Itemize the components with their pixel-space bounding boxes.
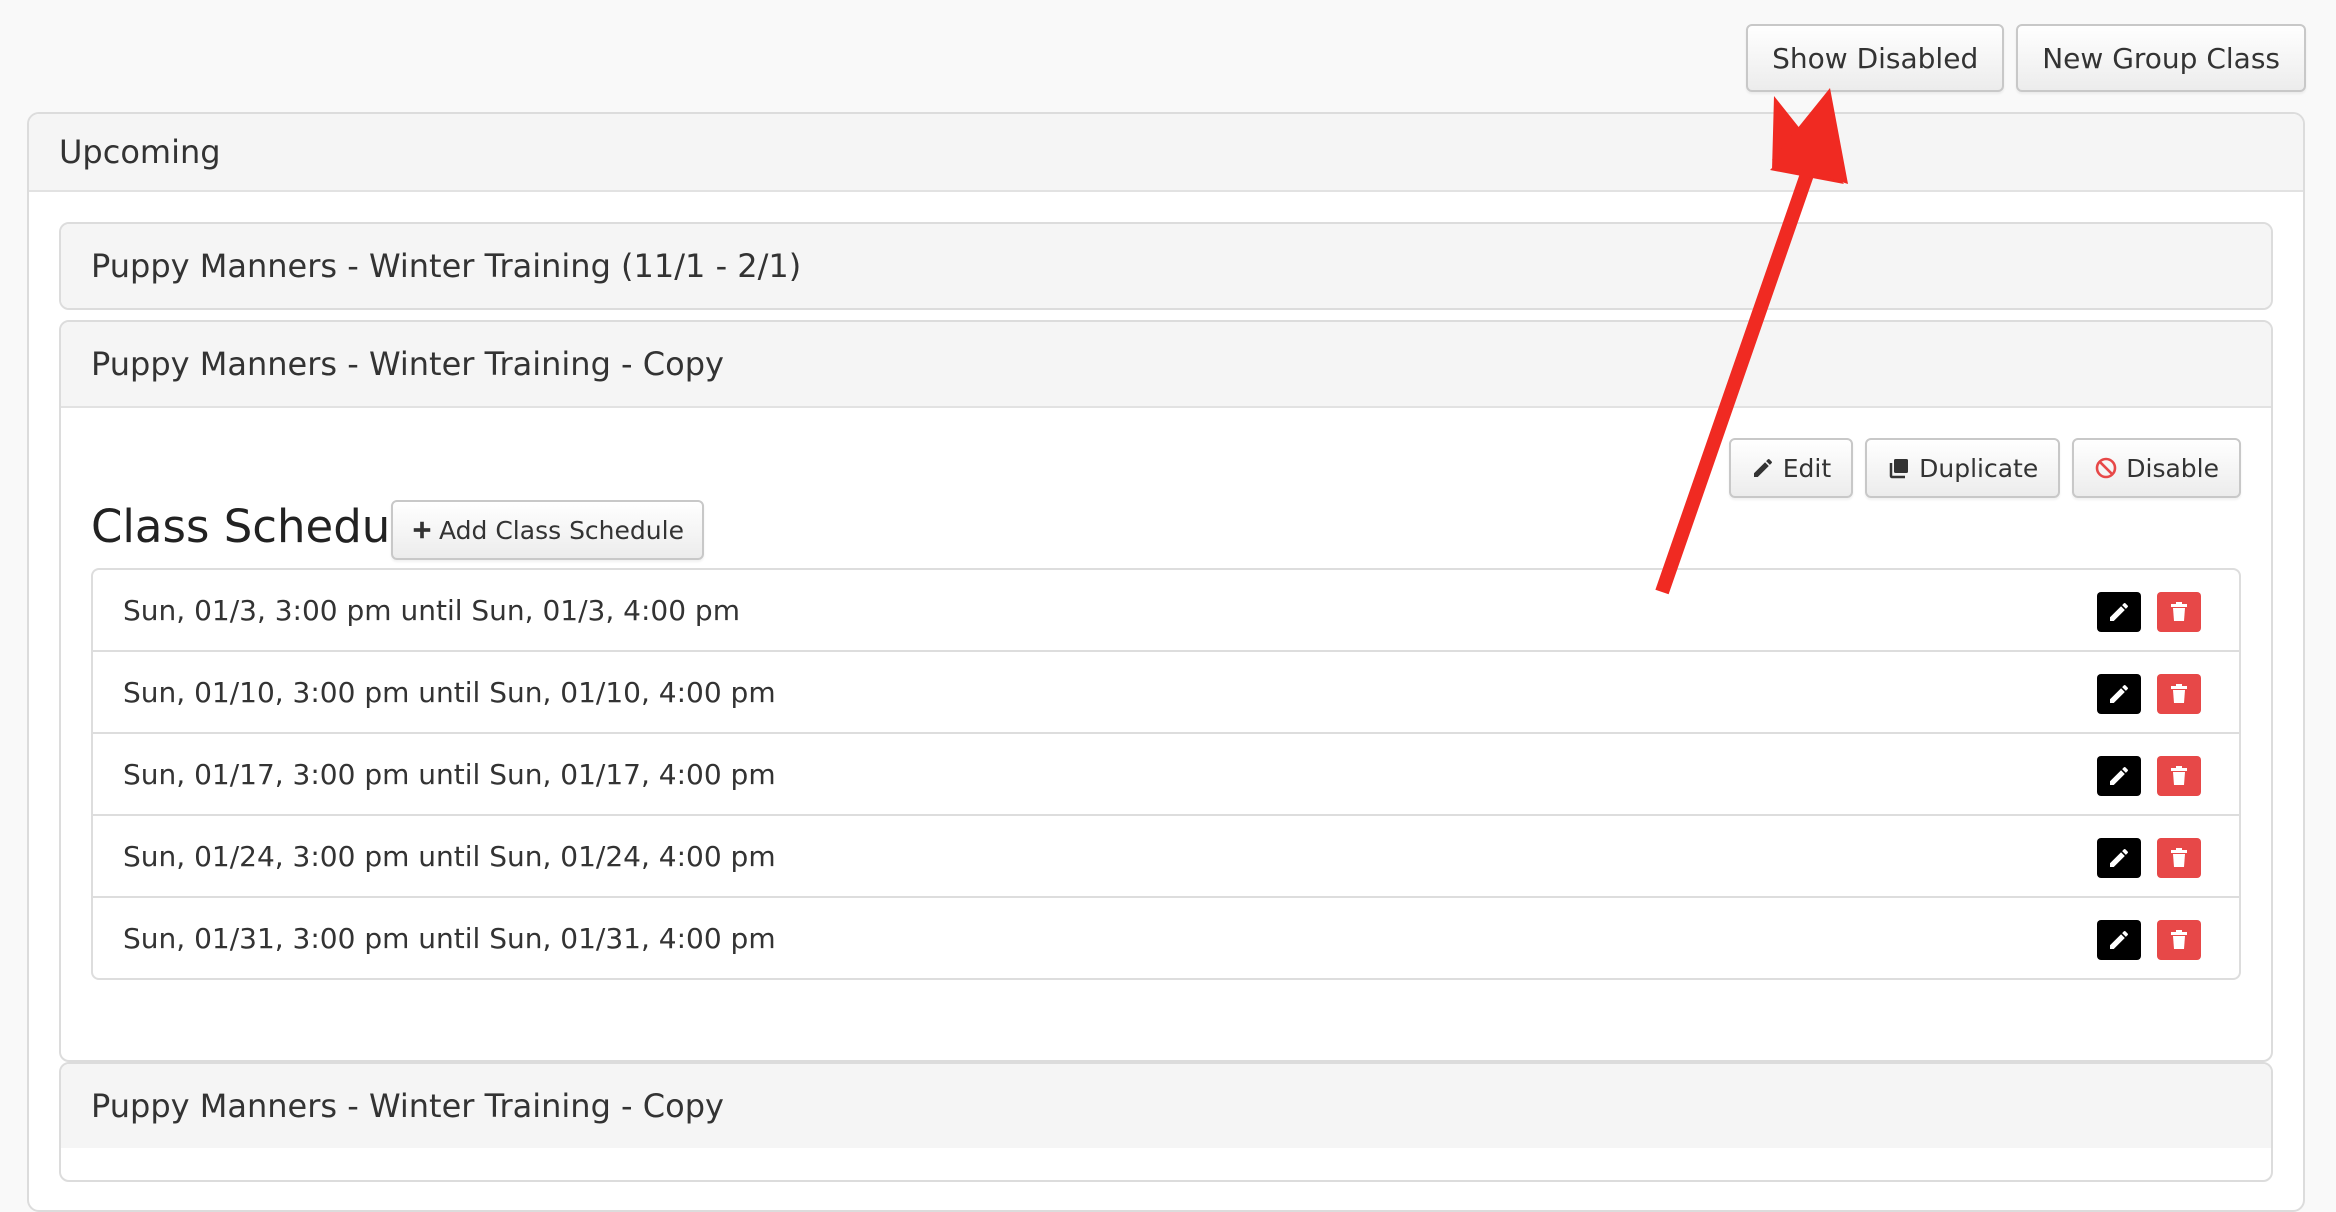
schedule-list: Sun, 01/3, 3:00 pm until Sun, 01/3, 4:00… bbox=[91, 568, 2241, 980]
schedule-row: Sun, 01/24, 3:00 pm until Sun, 01/24, 4:… bbox=[93, 816, 2239, 898]
class-header-2[interactable]: Puppy Manners - Winter Training - Copy bbox=[61, 322, 2271, 408]
plus-icon bbox=[413, 521, 431, 539]
duplicate-class-button[interactable]: Duplicate bbox=[1865, 438, 2061, 498]
edit-class-label: Edit bbox=[1782, 453, 1832, 483]
edit-schedule-button[interactable] bbox=[2097, 838, 2141, 878]
class-title: Puppy Manners - Winter Training - Copy bbox=[91, 345, 724, 383]
class-panel-2: Puppy Manners - Winter Training - Copy E… bbox=[59, 320, 2273, 1062]
edit-schedule-button[interactable] bbox=[2097, 756, 2141, 796]
class-header-1[interactable]: Puppy Manners - Winter Training (11/1 - … bbox=[61, 224, 2271, 308]
schedule-row-actions bbox=[2097, 920, 2201, 960]
delete-schedule-button[interactable] bbox=[2157, 838, 2201, 878]
schedule-row: Sun, 01/10, 3:00 pm until Sun, 01/10, 4:… bbox=[93, 652, 2239, 734]
trash-icon bbox=[2171, 602, 2187, 621]
trash-icon bbox=[2171, 930, 2187, 949]
class-header-3[interactable]: Puppy Manners - Winter Training - Copy bbox=[61, 1064, 2271, 1148]
schedule-row-actions bbox=[2097, 674, 2201, 714]
trash-icon bbox=[2171, 684, 2187, 703]
add-class-schedule-label: Add Class Schedule bbox=[439, 515, 684, 545]
schedule-row-actions bbox=[2097, 838, 2201, 878]
delete-schedule-button[interactable] bbox=[2157, 920, 2201, 960]
schedule-row: Sun, 01/17, 3:00 pm until Sun, 01/17, 4:… bbox=[93, 734, 2239, 816]
delete-schedule-button[interactable] bbox=[2157, 756, 2201, 796]
section-title: Upcoming bbox=[59, 133, 221, 171]
class-title: Puppy Manners - Winter Training - Copy bbox=[91, 1087, 724, 1125]
schedule-row-text: Sun, 01/17, 3:00 pm until Sun, 01/17, 4:… bbox=[123, 757, 776, 791]
new-group-class-button[interactable]: New Group Class bbox=[2016, 24, 2306, 92]
schedule-row-text: Sun, 01/24, 3:00 pm until Sun, 01/24, 4:… bbox=[123, 839, 776, 873]
schedule-row-text: Sun, 01/3, 3:00 pm until Sun, 01/3, 4:00… bbox=[123, 593, 740, 627]
trash-icon bbox=[2171, 848, 2187, 867]
trash-icon bbox=[2171, 766, 2187, 785]
schedule-row-actions bbox=[2097, 756, 2201, 796]
edit-class-button[interactable]: Edit bbox=[1728, 438, 1854, 498]
edit-schedule-button[interactable] bbox=[2097, 592, 2141, 632]
schedule-row: Sun, 01/31, 3:00 pm until Sun, 01/31, 4:… bbox=[93, 898, 2239, 978]
schedule-row-text: Sun, 01/31, 3:00 pm until Sun, 01/31, 4:… bbox=[123, 921, 776, 955]
edit-schedule-button[interactable] bbox=[2097, 674, 2141, 714]
top-toolbar: Show Disabled New Group Class bbox=[1746, 24, 2306, 92]
pencil-icon bbox=[2110, 602, 2129, 621]
class-schedule-heading: Class Schedule bbox=[91, 500, 431, 553]
schedule-row-actions bbox=[2097, 592, 2201, 632]
disable-class-label: Disable bbox=[2126, 453, 2219, 483]
disable-class-button[interactable]: Disable bbox=[2072, 438, 2241, 498]
add-class-schedule-button[interactable]: Add Class Schedule bbox=[391, 500, 704, 560]
copy-icon bbox=[1889, 459, 1909, 479]
pencil-icon bbox=[1753, 458, 1772, 477]
class-actions: Edit Duplicate Disable bbox=[1728, 438, 2241, 498]
schedule-row: Sun, 01/3, 3:00 pm until Sun, 01/3, 4:00… bbox=[93, 570, 2239, 652]
class-title: Puppy Manners - Winter Training (11/1 - … bbox=[91, 247, 802, 285]
class-panel-3: Puppy Manners - Winter Training - Copy bbox=[59, 1062, 2273, 1182]
show-disabled-button[interactable]: Show Disabled bbox=[1746, 24, 2005, 92]
pencil-icon bbox=[2110, 684, 2129, 703]
upcoming-panel-header: Upcoming bbox=[29, 114, 2303, 192]
delete-schedule-button[interactable] bbox=[2157, 592, 2201, 632]
ban-icon bbox=[2095, 457, 2117, 479]
class-panel-1: Puppy Manners - Winter Training (11/1 - … bbox=[59, 222, 2273, 310]
schedule-row-text: Sun, 01/10, 3:00 pm until Sun, 01/10, 4:… bbox=[123, 675, 776, 709]
upcoming-panel: Upcoming Puppy Manners - Winter Training… bbox=[27, 112, 2305, 1212]
pencil-icon bbox=[2110, 930, 2129, 949]
duplicate-class-label: Duplicate bbox=[1919, 453, 2039, 483]
delete-schedule-button[interactable] bbox=[2157, 674, 2201, 714]
edit-schedule-button[interactable] bbox=[2097, 920, 2141, 960]
pencil-icon bbox=[2110, 848, 2129, 867]
pencil-icon bbox=[2110, 766, 2129, 785]
